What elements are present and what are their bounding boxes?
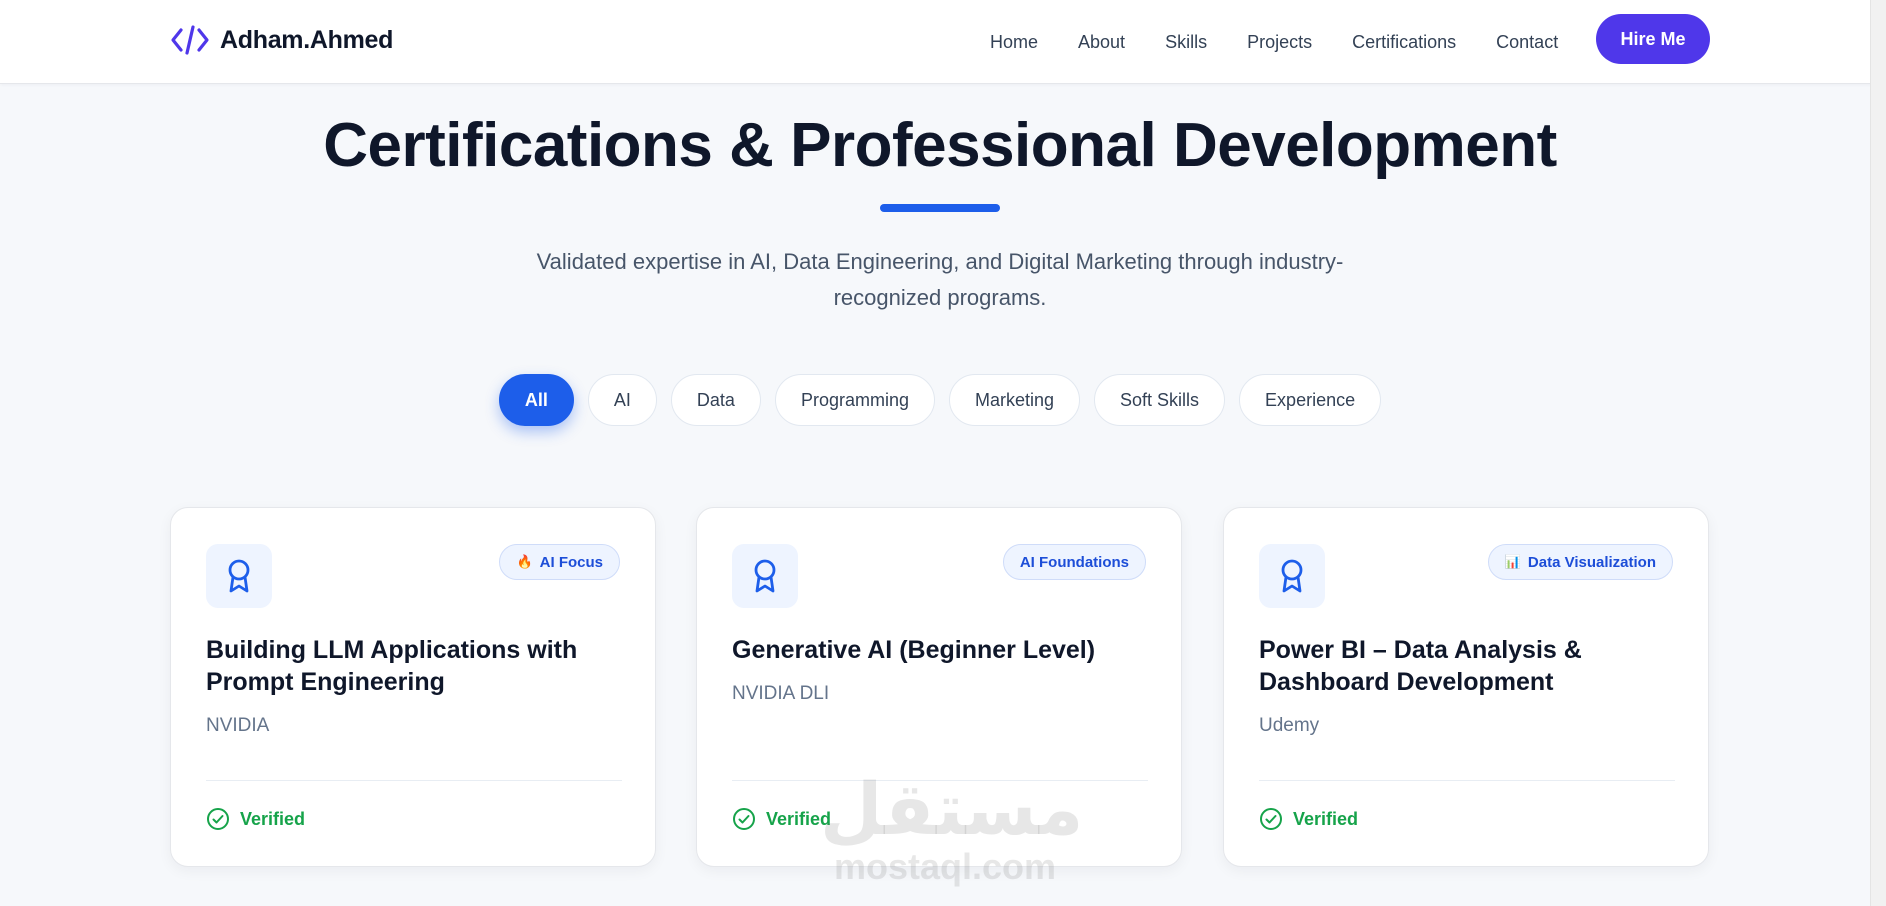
nav-home[interactable]: Home (990, 32, 1038, 53)
award-icon (1259, 544, 1325, 608)
verified-status: Verified (732, 807, 831, 831)
hire-me-button[interactable]: Hire Me (1596, 14, 1710, 64)
filter-ai[interactable]: AI (587, 374, 657, 426)
award-icon (206, 544, 272, 608)
filter-soft-skills[interactable]: Soft Skills (1094, 374, 1226, 426)
page-title: Certifications & Professional Developmen… (323, 111, 1557, 180)
award-icon (732, 544, 798, 608)
bar-chart-icon: 📊 (1504, 554, 1521, 569)
card-divider (206, 780, 622, 781)
nav-projects[interactable]: Projects (1247, 32, 1312, 53)
nav-about[interactable]: About (1078, 32, 1125, 53)
verified-label: Verified (240, 808, 306, 829)
main-nav: Home About Skills Projects Certification… (990, 0, 1598, 84)
badge-label: AI Focus (539, 553, 603, 571)
nav-skills[interactable]: Skills (1165, 32, 1207, 53)
card-divider (1259, 780, 1675, 781)
category-badge: 🔥 AI Focus (499, 544, 620, 580)
fire-icon: 🔥 (516, 554, 533, 569)
site-header: Adham.Ahmed Home About Skills Projects C… (0, 0, 1886, 84)
certification-issuer: Udemy (1259, 715, 1320, 736)
certification-card[interactable]: AI Foundations Generative AI (Beginner L… (696, 507, 1182, 867)
certification-issuer: NVIDIA (206, 715, 270, 736)
brand-logo[interactable]: Adham.Ahmed (170, 22, 393, 58)
page-scrollbar[interactable] (1870, 0, 1886, 906)
brand-name: Adham.Ahmed (220, 25, 394, 54)
filter-data[interactable]: Data (670, 374, 761, 426)
filter-marketing[interactable]: Marketing (948, 374, 1081, 426)
check-circle-icon (207, 808, 229, 830)
page-subtitle: Validated expertise in AI, Data Engineer… (536, 249, 1344, 310)
filter-all[interactable]: All (498, 374, 574, 426)
nav-contact[interactable]: Contact (1496, 32, 1558, 53)
certification-title: Building LLM Applications with Prompt En… (206, 636, 578, 696)
check-circle-icon (1260, 808, 1282, 830)
nav-certifications[interactable]: Certifications (1352, 32, 1456, 53)
certification-card[interactable]: 🔥 AI Focus Building LLM Applications wit… (170, 507, 656, 867)
card-divider (732, 780, 1148, 781)
category-filters: All AI Data Programming Marketing Soft S… (0, 374, 1880, 426)
verified-label: Verified (766, 808, 832, 829)
certification-issuer: NVIDIA DLI (732, 683, 830, 704)
certification-title: Power BI – Data Analysis & Dashboard Dev… (1259, 636, 1582, 696)
certification-title: Generative AI (Beginner Level) (732, 636, 1096, 664)
verified-status: Verified (1259, 807, 1358, 831)
filter-experience[interactable]: Experience (1239, 374, 1382, 426)
filter-programming[interactable]: Programming (774, 374, 935, 426)
title-underline (880, 204, 1000, 212)
verified-status: Verified (206, 807, 305, 831)
badge-label: AI Foundations (1019, 553, 1129, 571)
category-badge: AI Foundations (1002, 544, 1146, 580)
verified-label: Verified (1293, 808, 1359, 829)
check-circle-icon (733, 808, 755, 830)
category-badge: 📊 Data Visualization (1487, 544, 1673, 580)
certification-card[interactable]: 📊 Data Visualization Power BI – Data Ana… (1223, 507, 1709, 867)
code-brackets-icon (170, 22, 210, 58)
badge-label: Data Visualization (1527, 553, 1656, 571)
